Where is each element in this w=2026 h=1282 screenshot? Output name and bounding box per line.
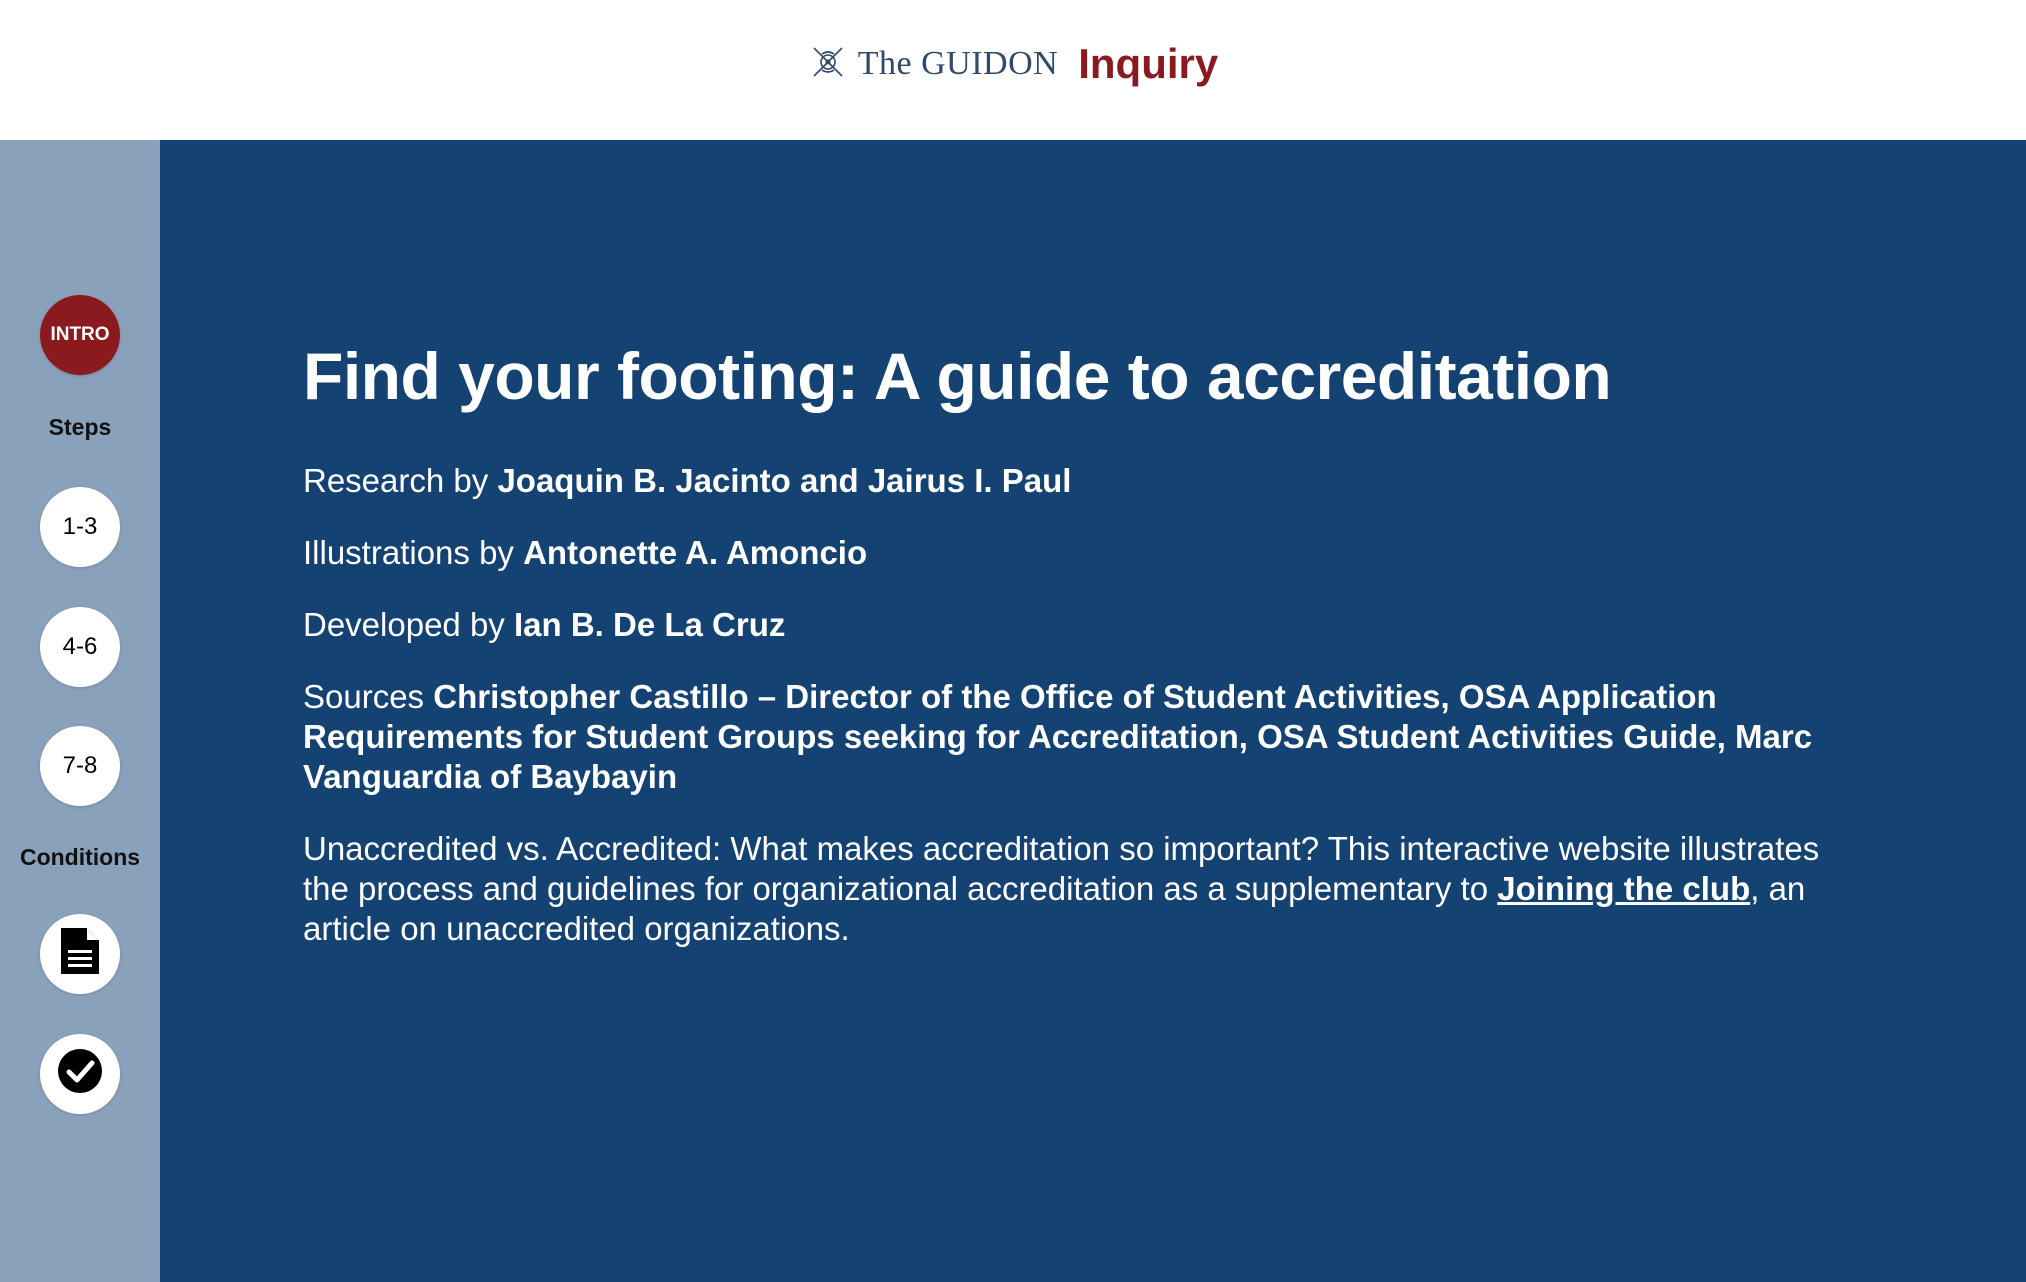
sidebar-nav: INTRO Steps 1-3 4-6 7-8 Conditions (0, 140, 160, 1282)
joining-the-club-link[interactable]: Joining the club (1497, 870, 1750, 907)
intro-section: Find your footing: A guide to accreditat… (303, 335, 1843, 981)
nav-step-label: 7-8 (62, 752, 98, 779)
credit-names: Joaquin B. Jacinto and Jairus I. Paul (497, 462, 1072, 499)
credit-names: Antonette A. Amoncio (523, 534, 868, 571)
brand-bar: The GUIDON Inquiry (0, 40, 2026, 88)
credit-prefix: Illustrations by (303, 534, 524, 571)
credit-names: Ian B. De La Cruz (513, 606, 786, 643)
nav-step-label: 1-3 (62, 513, 98, 540)
conditions-heading: Conditions (19, 844, 141, 870)
nav-steps-1-3-button[interactable]: 1-3 (40, 487, 120, 567)
section-name[interactable]: Inquiry (1078, 40, 1218, 88)
guidon-logo[interactable]: The GUIDON (808, 42, 1058, 87)
credit-names: Christopher Castillo – Director of the O… (303, 678, 1813, 795)
credit-sources: Sources Christopher Castillo – Director … (303, 677, 1843, 797)
credit-research: Research by Joaquin B. Jacinto and Jairu… (303, 461, 1843, 501)
brand-name: The GUIDON (857, 45, 1059, 82)
nav-intro-label: INTRO (50, 324, 110, 345)
nav-document-button[interactable] (40, 914, 120, 994)
nav-step-label: 4-6 (62, 633, 98, 660)
credit-prefix: Research by (303, 462, 498, 499)
intro-paragraph: Unaccredited vs. Accredited: What makes … (303, 829, 1843, 949)
steps-heading: Steps (48, 414, 112, 440)
guidon-crest-icon (808, 42, 848, 87)
top-header: The GUIDON Inquiry (0, 0, 2026, 140)
credit-prefix: Sources (303, 678, 434, 715)
nav-steps-7-8-button[interactable]: 7-8 (40, 726, 120, 806)
checkmark-circle-icon (57, 1048, 103, 1101)
credit-illustrations: Illustrations by Antonette A. Amoncio (303, 533, 1843, 573)
credit-developer: Developed by Ian B. De La Cruz (303, 605, 1843, 645)
credit-prefix: Developed by (303, 606, 514, 643)
nav-checklist-button[interactable] (40, 1034, 120, 1114)
main-content: Find your footing: A guide to accreditat… (160, 140, 2026, 1282)
nav-steps-4-6-button[interactable]: 4-6 (40, 607, 120, 687)
nav-intro-button[interactable]: INTRO (40, 295, 120, 375)
document-icon (59, 926, 101, 983)
page-title: Find your footing: A guide to accreditat… (303, 339, 1612, 413)
